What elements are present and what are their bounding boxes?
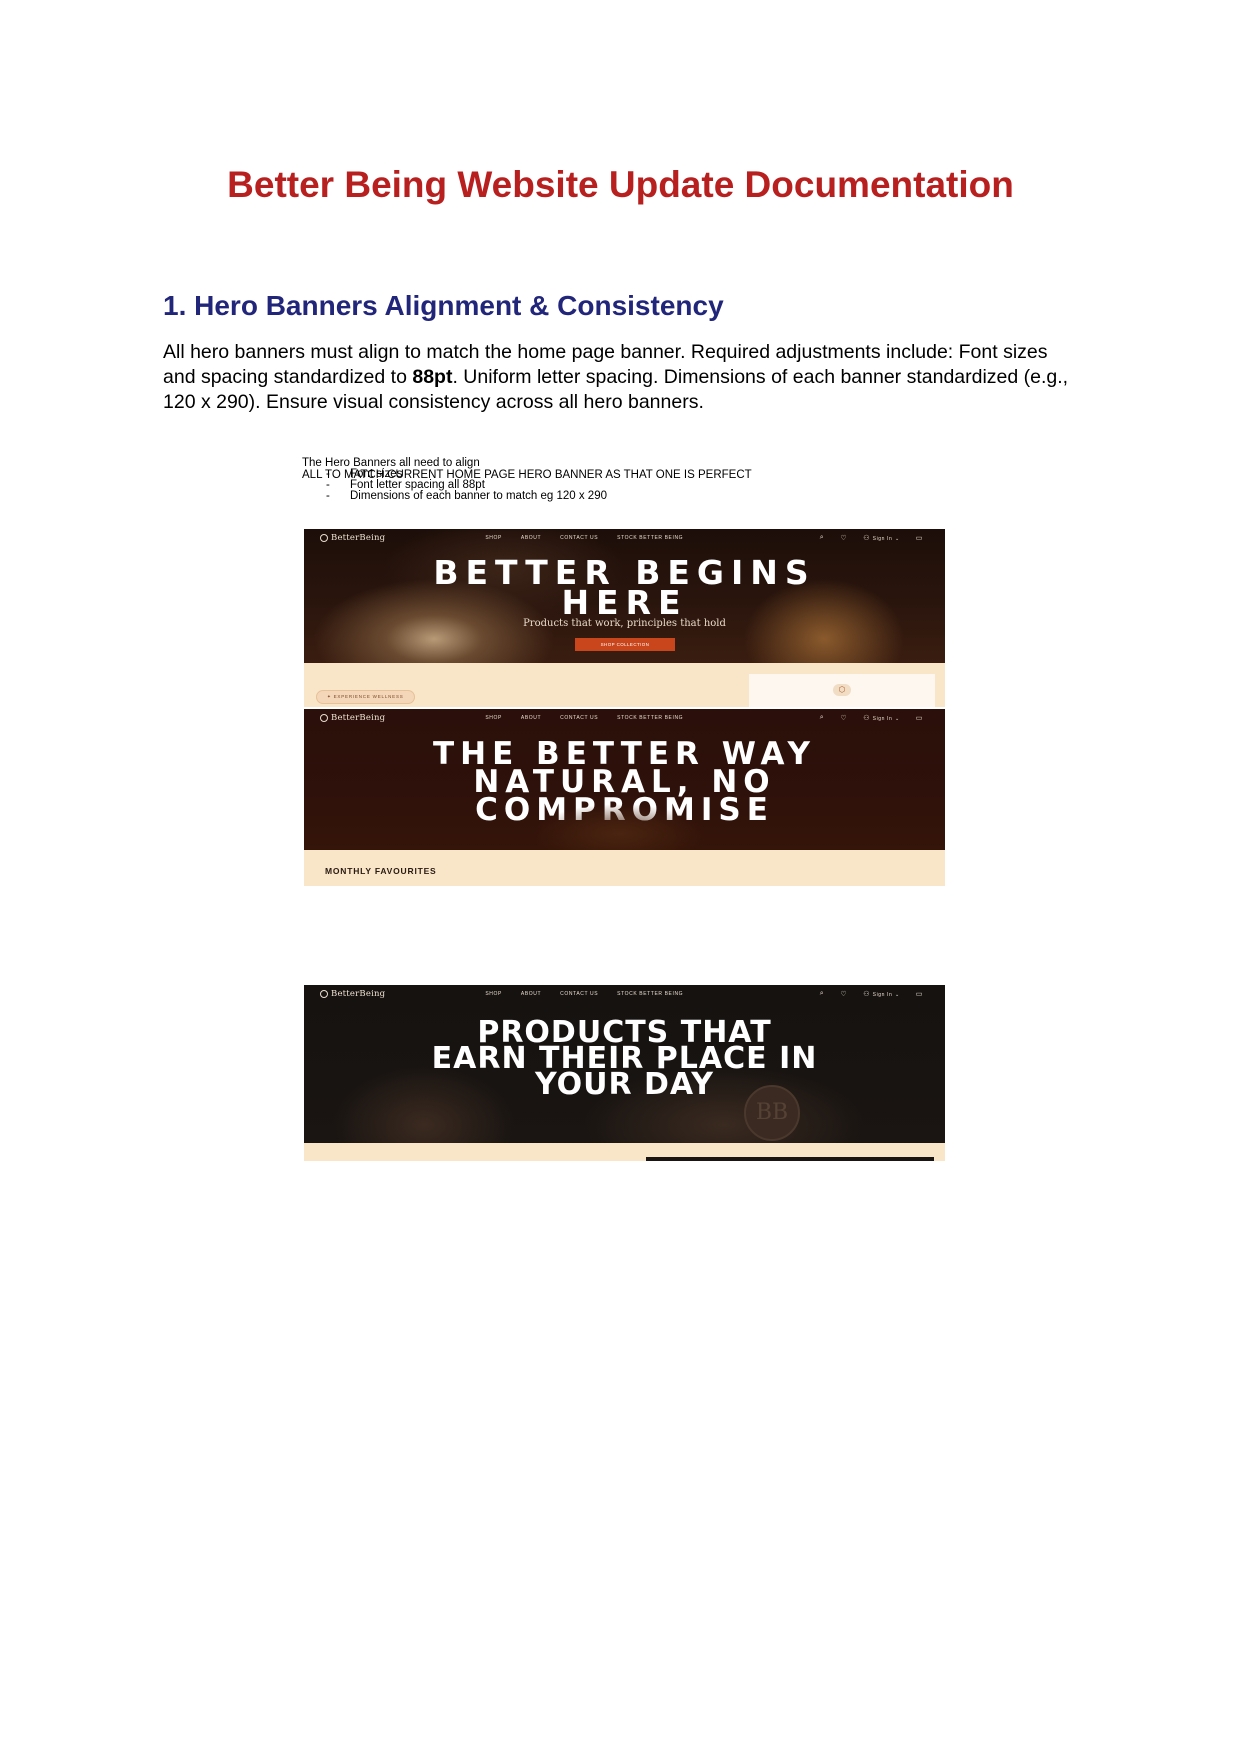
site-logo: BetterBeing: [320, 533, 385, 543]
nav-link-contact: CONTACT US: [560, 535, 599, 541]
chevron-down-icon: ⌄: [894, 536, 900, 542]
cart-icon: ▭: [915, 991, 923, 998]
banner-screenshot-products: BetterBeing SHOP ABOUT CONTACT US STOCK …: [304, 985, 945, 1161]
notes-item: Dimensions of each banner to match eg 12…: [326, 490, 942, 502]
hero-headline: THE BETTER WAY NATURAL, NO COMPROMISE: [304, 739, 945, 826]
hero-banner: BetterBeing SHOP ABOUT CONTACT US STOCK …: [304, 985, 945, 1143]
heart-icon: ♡: [840, 991, 848, 998]
experience-wellness-pill: ✦ EXPERIENCE WELLNESS: [316, 690, 415, 704]
chevron-down-icon: ⌄: [894, 992, 900, 998]
nav-links: SHOP ABOUT CONTACT US STOCK BETTER BEING: [485, 535, 683, 541]
hero-headline: BETTER BEGINS HERE: [304, 556, 945, 619]
nav-icons: ⌕ ♡ ⚇ Sign In ⌄ ▭: [820, 990, 923, 998]
logo-text: BetterBeing: [331, 989, 386, 999]
nav-link-stock: STOCK BETTER BEING: [617, 991, 684, 997]
heart-icon: ♡: [840, 535, 848, 542]
site-logo: BetterBeing: [320, 989, 385, 999]
headline-line: COMPROMISE: [475, 792, 774, 828]
chevron-down-icon: ⌄: [894, 716, 900, 722]
hero-banner: BetterBeing SHOP ABOUT CONTACT US STOCK …: [304, 529, 945, 663]
sign-in: ⚇ Sign In ⌄: [863, 990, 900, 998]
document-title: Better Being Website Update Documentatio…: [227, 164, 1014, 205]
body-text-bold: 88pt: [412, 366, 453, 388]
nav-link-about: ABOUT: [520, 991, 542, 997]
banner-screenshot-home: BetterBeing SHOP ABOUT CONTACT US STOCK …: [304, 529, 945, 707]
dark-panel: [646, 1157, 934, 1161]
section-heading: 1. Hero Banners Alignment & Consistency: [163, 290, 724, 321]
nav-links: SHOP ABOUT CONTACT US STOCK BETTER BEING: [485, 715, 683, 721]
headline-line: HERE: [561, 583, 688, 622]
search-icon: ⌕: [819, 990, 825, 997]
heart-icon: ♡: [840, 715, 848, 722]
nav-link-contact: CONTACT US: [560, 715, 599, 721]
sign-in-label: Sign In: [872, 716, 893, 722]
nav-link-shop: SHOP: [485, 535, 502, 541]
nav-icons: ⌕ ♡ ⚇ Sign In ⌄ ▭: [820, 534, 923, 542]
nav-links: SHOP ABOUT CONTACT US STOCK BETTER BEING: [485, 991, 683, 997]
nav-link-contact: CONTACT US: [560, 991, 599, 997]
nav-icons: ⌕ ♡ ⚇ Sign In ⌄ ▭: [820, 714, 923, 722]
headline-line: YOUR DAY: [534, 1067, 715, 1102]
section-body: All hero banners must align to match the…: [163, 340, 1078, 415]
search-icon: ⌕: [819, 714, 825, 721]
user-icon: ⚇: [863, 715, 871, 722]
monthly-favourites-label: MONTHLY FAVOURITES: [325, 866, 437, 876]
cart-icon: ▭: [915, 535, 923, 542]
nav-link-shop: SHOP: [485, 991, 502, 997]
site-nav: BetterBeing SHOP ABOUT CONTACT US STOCK …: [304, 529, 945, 547]
sign-in: ⚇ Sign In ⌄: [863, 534, 900, 542]
logo-text: BetterBeing: [331, 533, 386, 543]
search-icon: ⌕: [819, 534, 825, 541]
box-icon: ⬡: [833, 684, 851, 696]
site-nav: BetterBeing SHOP ABOUT CONTACT US STOCK …: [304, 709, 945, 727]
nav-link-stock: STOCK BETTER BEING: [617, 535, 684, 541]
nav-link-about: ABOUT: [520, 535, 542, 541]
nav-link-about: ABOUT: [520, 715, 542, 721]
banner-screenshot-about: BetterBeing SHOP ABOUT CONTACT US STOCK …: [304, 709, 945, 886]
logo-text: BetterBeing: [331, 713, 386, 723]
cream-strip: ✦ EXPERIENCE WELLNESS ⬡: [304, 663, 945, 707]
logo-icon: [320, 714, 328, 722]
nav-link-stock: STOCK BETTER BEING: [617, 715, 684, 721]
hero-banner: BetterBeing SHOP ABOUT CONTACT US STOCK …: [304, 709, 945, 850]
sign-in-label: Sign In: [872, 992, 893, 998]
sign-in-label: Sign In: [872, 536, 893, 542]
logo-icon: [320, 534, 328, 542]
hero-headline: PRODUCTS THAT EARN THEIR PLACE IN YOUR D…: [304, 1018, 945, 1100]
site-logo: BetterBeing: [320, 713, 385, 723]
logo-icon: [320, 990, 328, 998]
nav-link-shop: SHOP: [485, 715, 502, 721]
user-icon: ⚇: [863, 991, 871, 998]
feature-card: ⬡: [749, 674, 935, 707]
user-icon: ⚇: [863, 535, 871, 542]
hero-tagline: Products that work, principles that hold: [523, 618, 726, 629]
cart-icon: ▭: [915, 715, 923, 722]
cream-strip: [304, 1143, 945, 1161]
site-nav: BetterBeing SHOP ABOUT CONTACT US STOCK …: [304, 985, 945, 1003]
sign-in: ⚇ Sign In ⌄: [863, 714, 900, 722]
shop-collection-button: SHOP COLLECTION: [575, 638, 675, 651]
notes-alert: ALL TO MATCH CURRENT HOME PAGE HERO BANN…: [302, 468, 752, 481]
cream-strip: MONTHLY FAVOURITES: [304, 850, 945, 886]
